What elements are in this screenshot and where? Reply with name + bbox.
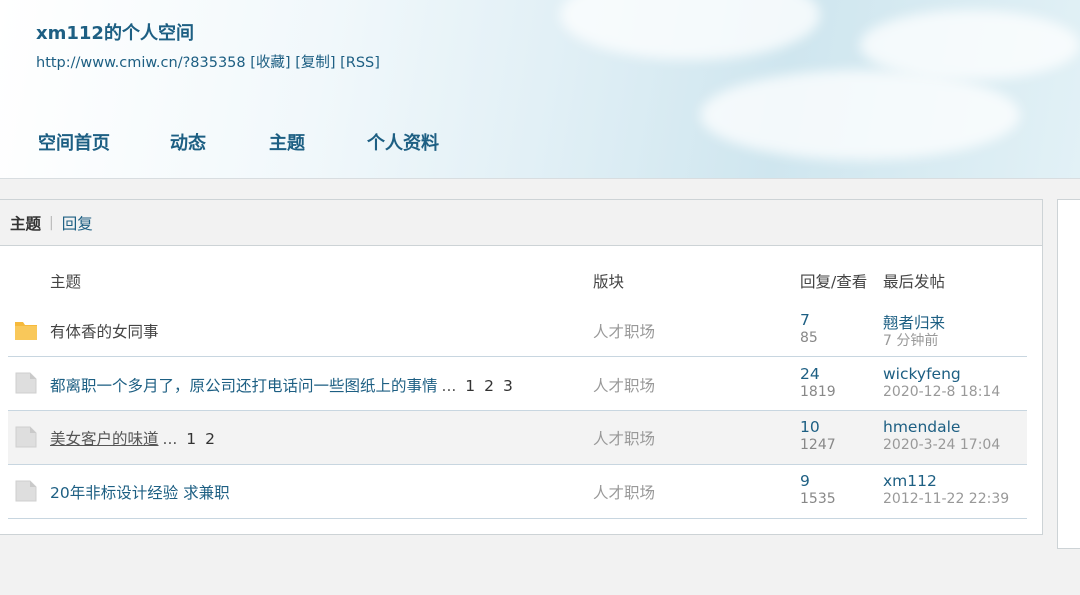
thread-subject: 20年非标设计经验 求兼职 — [50, 481, 230, 503]
space-nav: 空间首页 动态 主题 个人资料 — [38, 129, 439, 155]
folder-icon — [15, 372, 37, 394]
last-post-time[interactable]: 2012-11-22 22:39 — [883, 491, 1009, 507]
last-post-time[interactable]: 2020-12-8 18:14 — [883, 384, 1000, 400]
thread-forum[interactable]: 人才职场 — [593, 481, 655, 503]
title-ellipsis: ... — [162, 430, 178, 448]
space-title[interactable]: xm112的个人空间 — [36, 19, 194, 45]
table-row: 美女客户的味道... 1 2 人才职场 10 1247 hmendale 2020-… — [8, 411, 1027, 465]
last-post-time[interactable]: 7 分钟前 — [883, 330, 938, 350]
space-links: http://www.cmiw.cn/?835358 [收藏] [复制] [RS… — [36, 51, 380, 72]
copy-link[interactable]: [复制] — [295, 55, 335, 71]
thread-views: 1535 — [800, 491, 836, 507]
tab-replies[interactable]: 回复 — [62, 212, 93, 234]
bookmark-link[interactable]: [收藏] — [250, 55, 290, 71]
thread-replies[interactable]: 24 — [800, 365, 820, 383]
page-link[interactable]: 2 — [205, 430, 215, 448]
space-url-link[interactable]: http://www.cmiw.cn/?835358 — [36, 55, 246, 71]
column-header-subject: 主题 — [50, 273, 82, 291]
thread-subject: 有体香的女同事 — [50, 320, 159, 342]
table-row: 20年非标设计经验 求兼职 人才职场 9 1535 xm112 2012-11-… — [8, 465, 1027, 519]
nav-item-threads[interactable]: 主题 — [269, 129, 305, 155]
thread-title-link[interactable]: 都离职一个多月了，原公司还打电话问一些图纸上的事情 — [50, 377, 438, 395]
nav-item-profile[interactable]: 个人资料 — [367, 129, 439, 155]
thread-replies[interactable]: 9 — [800, 472, 810, 490]
page-link[interactable]: 3 — [503, 377, 513, 395]
folder-icon — [15, 480, 37, 502]
thread-title-link[interactable]: 20年非标设计经验 求兼职 — [50, 484, 230, 502]
page-link[interactable]: 1 — [465, 377, 475, 395]
thread-views: 1819 — [800, 384, 836, 400]
page-link[interactable]: 1 — [186, 430, 196, 448]
tab-threads[interactable]: 主题 — [10, 212, 41, 234]
rss-link[interactable]: [RSS] — [340, 55, 380, 71]
nav-item-home[interactable]: 空间首页 — [38, 129, 110, 155]
tab-separator: | — [49, 214, 54, 231]
last-post-user[interactable]: xm112 — [883, 472, 937, 490]
thread-forum[interactable]: 人才职场 — [593, 374, 655, 396]
sidebar-box — [1057, 199, 1080, 549]
column-header-last-post: 最后发帖 — [883, 273, 946, 291]
thread-replies[interactable]: 10 — [800, 418, 820, 436]
tab-bar: 主题 | 回复 — [0, 200, 1042, 246]
last-post-time[interactable]: 2020-3-24 17:04 — [883, 437, 1000, 453]
thread-forum[interactable]: 人才职场 — [593, 427, 655, 449]
folder-new-icon — [15, 322, 37, 340]
page-link[interactable]: 2 — [484, 377, 494, 395]
thread-title-link[interactable]: 有体香的女同事 — [50, 323, 159, 341]
thread-forum[interactable]: 人才职场 — [593, 320, 655, 342]
table-row: 都离职一个多月了，原公司还打电话问一些图纸上的事情... 1 2 3 人才职场 24 … — [8, 357, 1027, 411]
thread-title-link[interactable]: 美女客户的味道 — [50, 430, 159, 448]
thread-views: 1247 — [800, 437, 836, 453]
cloud-decoration — [860, 10, 1080, 80]
column-header-forum: 版块 — [593, 273, 625, 291]
folder-icon — [15, 426, 37, 448]
last-post-user[interactable]: wickyfeng — [883, 365, 961, 383]
cloud-decoration — [700, 70, 1020, 160]
thread-subject: 美女客户的味道... 1 2 — [50, 427, 215, 449]
thread-replies[interactable]: 7 — [800, 311, 810, 329]
table-row: 有体香的女同事 人才职场 7 85 翹者归来 7 分钟前 — [8, 304, 1027, 357]
thread-views: 85 — [800, 330, 818, 346]
last-post-user[interactable]: hmendale — [883, 418, 960, 436]
nav-item-activity[interactable]: 动态 — [170, 129, 206, 155]
thread-subject: 都离职一个多月了，原公司还打电话问一些图纸上的事情... 1 2 3 — [50, 374, 513, 396]
space-header: xm112的个人空间 http://www.cmiw.cn/?835358 [收… — [0, 0, 1080, 179]
cloud-decoration — [560, 0, 820, 60]
title-ellipsis: ... — [441, 377, 457, 395]
column-header-stats: 回复/查看 — [800, 273, 868, 291]
